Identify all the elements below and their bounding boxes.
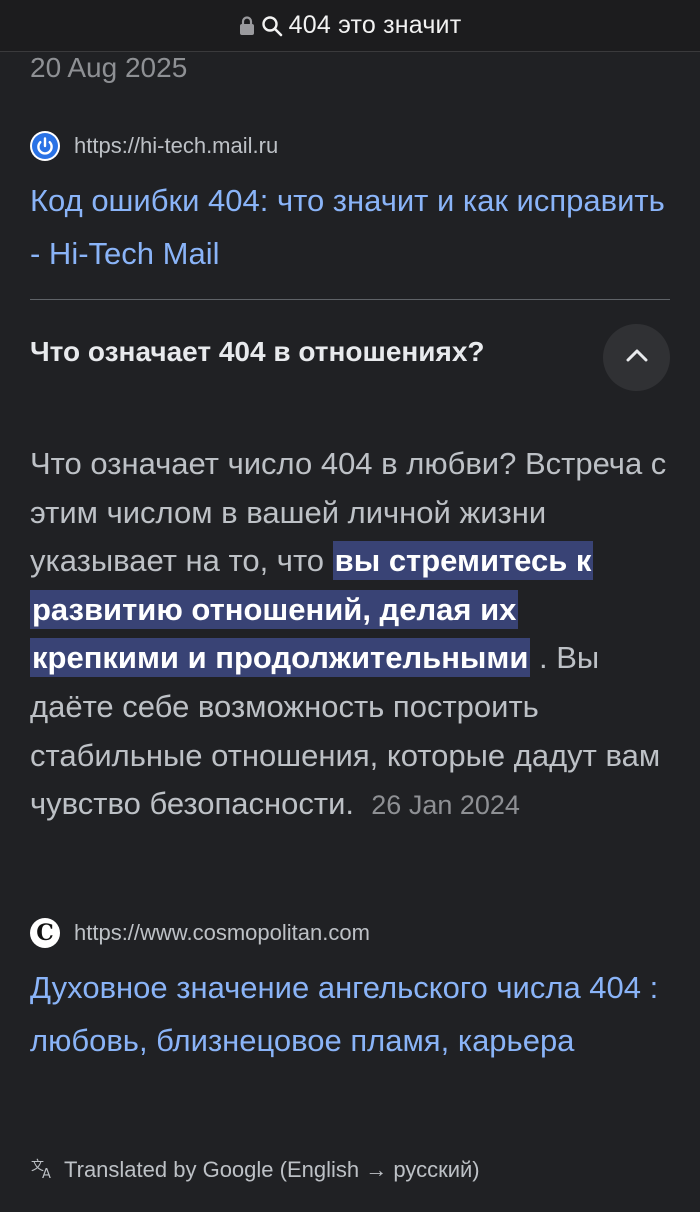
hitech-favicon-icon [30, 131, 60, 161]
svg-text:A: A [42, 1167, 51, 1180]
address-bar[interactable]: 404 это значит [0, 0, 700, 52]
result-source[interactable]: https://hi-tech.mail.ru [30, 130, 670, 162]
chevron-up-icon [625, 347, 649, 368]
faq-question[interactable]: Что означает 404 в отношениях? [30, 336, 485, 368]
translated-note-text: Translated by Google (English → русский) [64, 1157, 480, 1182]
cosmopolitan-favicon-icon: C [30, 918, 60, 948]
divider [30, 299, 670, 300]
result-source-url: https://hi-tech.mail.ru [74, 133, 279, 158]
previous-result-date: 20 Aug 2025 [30, 52, 188, 83]
address-bar-query: 404 это значит [288, 11, 462, 39]
result-source[interactable]: C https://www.cosmopolitan.com [30, 917, 670, 949]
collapse-button[interactable] [603, 324, 670, 391]
faq-answer: Что означает число 404 в любви? Встреча … [30, 440, 670, 830]
result-title-link[interactable]: Код ошибки 404: что значит и как исправи… [30, 174, 670, 280]
result-source-url: https://www.cosmopolitan.com [74, 920, 370, 945]
search-icon [261, 15, 283, 37]
search-result-hitech[interactable]: https://hi-tech.mail.ru Код ошибки 404: … [30, 130, 670, 280]
result-title-link[interactable]: Духовное значение ангельского числа 404 … [30, 961, 670, 1067]
translated-note: 文 A Translated by Google (English → русс… [30, 1156, 480, 1184]
translate-icon: 文 A [30, 1156, 56, 1184]
answer-date: 26 Jan 2024 [371, 790, 520, 821]
lock-icon [239, 15, 255, 36]
search-result-cosmopolitan[interactable]: C https://www.cosmopolitan.com Духовное … [30, 917, 670, 1067]
